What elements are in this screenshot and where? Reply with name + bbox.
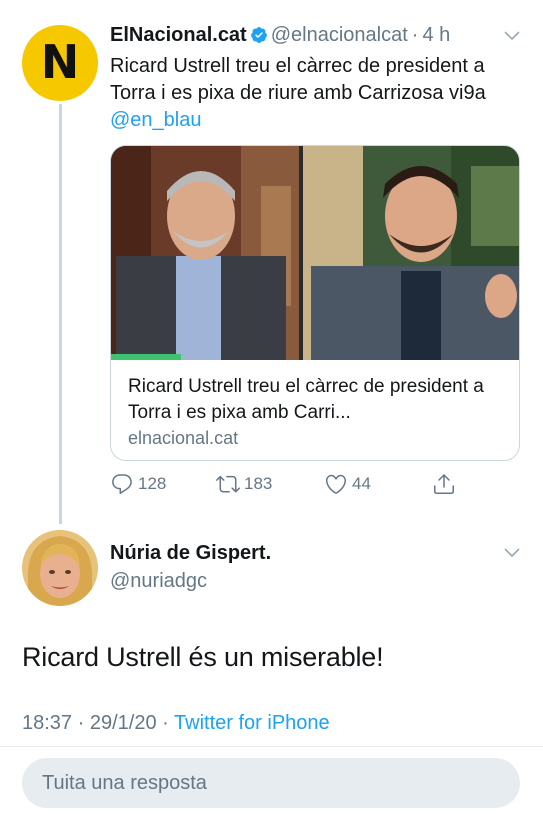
- tweet2-metadata: 18:37 · 29/1/20 · Twitter for iPhone: [22, 712, 330, 735]
- like-icon: [325, 474, 347, 494]
- chevron-down-icon[interactable]: [504, 31, 520, 41]
- elnacional-avatar[interactable]: N: [22, 25, 98, 101]
- card-domain: elnacional.cat: [128, 428, 239, 448]
- tweet1-text: Ricard Ustrell treu el càrrec de preside…: [110, 53, 525, 134]
- verified-icon: [250, 27, 267, 43]
- reply-count: 128: [138, 474, 167, 493]
- reply-input[interactable]: [22, 758, 520, 808]
- tweet1-action-bar: 128 183 44: [110, 472, 530, 500]
- thread-connector-line: [59, 104, 62, 524]
- divider: [0, 746, 543, 747]
- tweet1-separator: ·: [411, 24, 419, 46]
- avatar-logo-letter: N: [40, 35, 80, 89]
- retweet-button[interactable]: 183: [216, 472, 272, 496]
- retweet-icon: [216, 475, 240, 493]
- meta-separator: ·: [162, 712, 169, 734]
- nuria-avatar[interactable]: [22, 530, 98, 606]
- tweet1-display-name[interactable]: ElNacional.cat: [110, 24, 247, 46]
- tweet1-handle[interactable]: @elnacionalcat: [271, 24, 408, 46]
- tweet2-time: 18:37: [22, 712, 73, 734]
- tweet1-timestamp[interactable]: 4 h: [422, 24, 450, 46]
- like-count: 44: [352, 474, 371, 493]
- reply-button[interactable]: 128: [110, 472, 166, 496]
- retweet-count: 183: [244, 474, 273, 493]
- tweet1-header: ElNacional.cat @elnacionalcat · 4 h: [110, 24, 450, 47]
- meta-separator: ·: [77, 712, 85, 734]
- tweet1-mention-link[interactable]: @en_blau: [110, 109, 201, 131]
- profile-photo: [22, 530, 98, 606]
- tweet2-source-link[interactable]: Twitter for iPhone: [174, 712, 330, 734]
- tweet2-date: 29/1/20: [89, 712, 157, 734]
- tweet1-body: Ricard Ustrell treu el càrrec de preside…: [110, 55, 486, 104]
- tweet2-text: Ricard Ustrell és un miserable!: [22, 642, 384, 672]
- chevron-down-icon[interactable]: [504, 548, 520, 558]
- tweet2-handle[interactable]: @nuriadgc: [110, 570, 207, 593]
- share-icon: [434, 474, 454, 494]
- reply-composer[interactable]: [22, 758, 520, 808]
- card-title: Ricard Ustrell treu el càrrec de preside…: [128, 376, 484, 423]
- reply-icon: [112, 474, 132, 494]
- link-preview-card[interactable]: Ricard Ustrell treu el càrrec de preside…: [110, 145, 520, 461]
- share-button[interactable]: [432, 472, 460, 496]
- card-thumbnail-image: [111, 146, 519, 360]
- like-button[interactable]: 44: [324, 472, 371, 496]
- tweet2-display-name[interactable]: Núria de Gispert.: [110, 542, 271, 565]
